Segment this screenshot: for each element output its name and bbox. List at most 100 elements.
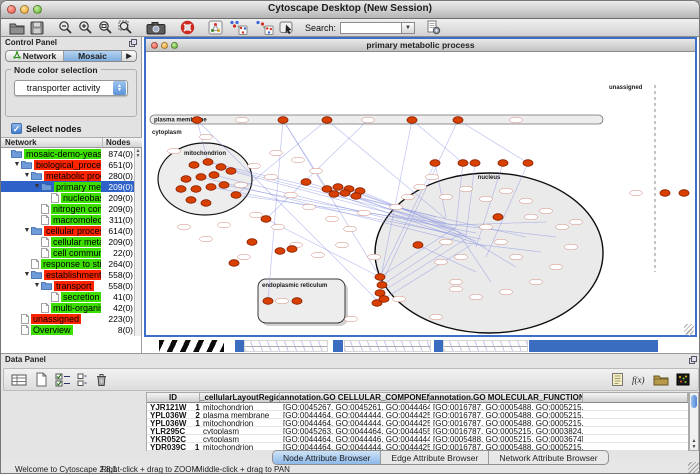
tree-item-overview[interactable]: Overview8(0) [1,324,135,335]
network-view-titlebar[interactable]: primary metabolic process [146,39,695,52]
table-cell[interactable]: [GO:0016787, GO:0005488, GO:0005215, G..… [430,419,583,426]
graph-node[interactable] [493,214,503,221]
background-window-fragment[interactable] [333,340,343,352]
annotation-settings-icon[interactable] [423,20,443,36]
tree-item-biological-process[interactable]: ▼biological_process651(0) [1,159,135,170]
graph-node[interactable] [458,160,468,167]
table-cell[interactable]: [GO:0016787, GO:0005488, GO:0005215, G..… [430,403,583,410]
scrollbar-thumb[interactable] [691,395,697,408]
graph-node[interactable] [176,186,186,193]
tab-overflow-arrow[interactable]: ▶ [122,51,136,61]
table-row[interactable]: YPL036W__2plasma membrane[GO:0044464, GO… [147,411,688,419]
graph-node[interactable] [498,160,508,167]
matrix-browser-icon[interactable] [672,370,694,390]
apply-layout-icon[interactable] [225,20,251,36]
graph-node[interactable] [407,117,417,124]
function-builder-icon[interactable]: f(x) [628,370,650,390]
table-cell[interactable]: [GO:0016787, GO:0005215, GO:0003824, G..… [430,427,583,434]
tree-header-network[interactable]: Network [1,138,103,147]
graph-node[interactable] [191,186,201,193]
tree-item-establishment-of-lo[interactable]: ▼establishment of lo558(0) [1,269,135,280]
help-icon[interactable] [177,20,197,36]
graph-node[interactable] [189,162,199,169]
tab-mosaic[interactable]: Mosaic [64,51,122,61]
graph-node[interactable] [430,160,440,167]
graph-node[interactable] [351,193,361,200]
graph-node[interactable] [209,172,219,179]
tree-item-cellular-process[interactable]: ▼cellular process614(0) [1,225,135,236]
table-cell[interactable]: [GO:0016787, GO:0005488, GO:0005215, G..… [430,443,583,450]
table-row[interactable]: YJR121W__1mitochondrion[GO:0045267, GO:0… [147,403,688,411]
tree-item-nitrogen-compo[interactable]: nitrogen compo209(0) [1,203,135,214]
graph-node[interactable] [523,160,533,167]
graph-node[interactable] [247,239,257,246]
save-session-icon[interactable] [27,20,47,36]
table-cell[interactable]: [GO:0044464, GO:0044444, GO:0044425, G..… [280,419,430,426]
zoom-selected-icon[interactable] [115,20,135,36]
graph-node[interactable] [263,298,273,305]
table-cell[interactable]: YPL036W__1 [147,419,200,426]
tree-item-response-to-stimulu[interactable]: response to stimulu264(0) [1,258,135,269]
tree-item-multi-organism-pro[interactable]: multi-organism pro42(0) [1,302,135,313]
table-cell[interactable]: YDR039C__1 [147,443,200,450]
apply-layout-alt-icon[interactable] [251,20,277,36]
frame-resize-grip[interactable] [684,324,694,334]
table-cell[interactable]: cytoplasm [200,427,280,434]
import-attributes-icon[interactable] [650,370,672,390]
float-panel-icon[interactable] [689,356,697,366]
zoom-fit-icon[interactable] [95,20,115,36]
snapshot-icon[interactable] [143,20,169,36]
tree-item-metabolic-process[interactable]: ▼metabolic process280(0) [1,170,135,181]
graph-node[interactable] [322,117,332,124]
graph-node[interactable] [329,191,339,198]
graph-node[interactable] [186,197,196,204]
graph-node[interactable] [340,190,350,197]
float-panel-icon[interactable] [129,39,137,49]
expand-toggle-icon[interactable]: ▼ [33,282,41,289]
graph-node[interactable] [379,296,389,303]
table-cell[interactable]: [GO:0044464, GO:0044446, GO:0044444, G..… [280,435,430,442]
background-window-fragment[interactable] [244,340,328,352]
search-input[interactable] [340,22,402,34]
graph-node[interactable] [192,117,202,124]
tab-network[interactable]: Network [6,51,64,61]
table-cell[interactable]: plasma membrane [200,411,280,418]
expand-toggle-icon[interactable]: ▼ [23,227,31,234]
table-scrollbar[interactable]: ▲▼ [689,392,699,451]
column-header[interactable]: _cellularLayoutRegion [200,393,280,402]
table-cell[interactable]: [GO:0045267, GO:0045261, GO:0044464, G..… [280,403,430,410]
select-attributes-icon[interactable] [52,370,74,390]
table-cell[interactable]: mitochondrion [200,403,280,410]
table-cell[interactable]: [GO:0005488, GO:0005215, GO:0003674] [430,435,583,442]
background-windows-strip[interactable] [142,339,700,353]
background-window-fragment[interactable] [235,340,244,352]
new-attribute-icon[interactable] [30,370,52,390]
graph-node[interactable] [261,216,271,223]
window-titlebar[interactable]: Cytoscape Desktop (New Session) [1,1,699,19]
annotation-icon[interactable] [606,370,628,390]
node-color-select[interactable]: transporter activity ▲▼ [14,80,128,96]
table-cell[interactable]: [GO:0044464, GO:0044444, GO:0044425, G..… [280,411,430,418]
tree-item-macromolecule[interactable]: macromolecule311(0) [1,214,135,225]
graph-node[interactable] [292,298,302,305]
zoom-in-icon[interactable] [75,20,95,36]
table-cell[interactable]: [GO:0045263, GO:0044464, GO:0044455, G..… [280,427,430,434]
graph-node[interactable] [203,159,213,166]
expand-toggle-icon[interactable]: ▼ [23,271,31,278]
zoom-out-icon[interactable] [55,20,75,36]
column-header[interactable]: annotation.GO MOLECULAR_FUNCTION [430,393,583,402]
select-nodes-checkbox[interactable]: ✓ [11,123,22,134]
background-window-fragment[interactable] [344,340,431,352]
graph-node[interactable] [231,192,241,199]
graph-node[interactable] [333,184,343,191]
graph-node[interactable] [287,246,297,253]
tree-item-cell-communicat[interactable]: cell communicat22(0) [1,247,135,258]
graph-node[interactable] [201,200,211,207]
table-row[interactable]: YLR295Ccytoplasm[GO:0045263, GO:0044464,… [147,427,688,435]
tree-item-cellular-metabo[interactable]: cellular metabo209(0) [1,236,135,247]
graph-node[interactable] [219,182,229,189]
table-cell[interactable]: YJR121W__1 [147,403,200,410]
unselect-attributes-icon[interactable] [74,370,90,390]
tree-item-secretion[interactable]: secretion41(0) [1,291,135,302]
tree-item-unassigned[interactable]: unassigned223(0) [1,313,135,324]
